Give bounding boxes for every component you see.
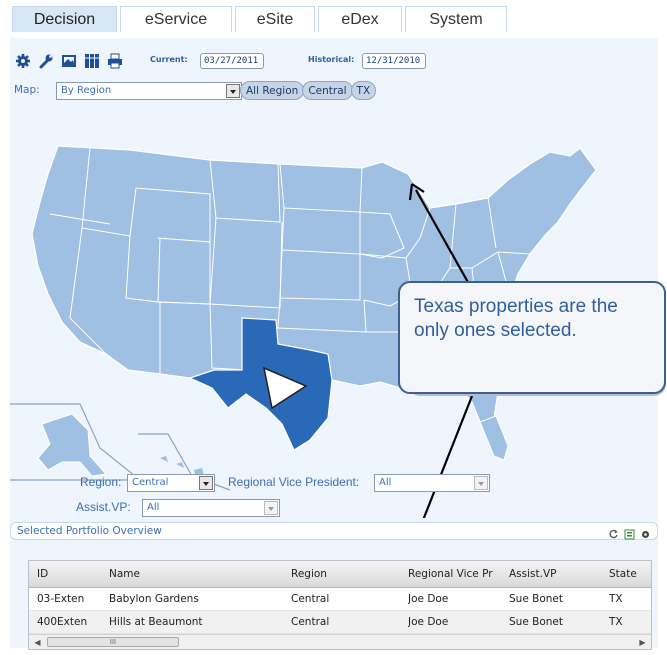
decision-panel: Current: 03/27/2011 Historical: 12/31/20… (10, 38, 666, 650)
main-tabs: Decision eService eSite eDex System (12, 6, 507, 32)
settings-icon[interactable] (640, 525, 651, 544)
table-row[interactable]: 400Exten Hills at Beaumont Central Joe D… (29, 611, 651, 634)
current-date-label: Current: (150, 55, 188, 64)
cell-name: Babylon Gardens (109, 593, 199, 605)
cell-rvp: Joe Doe (408, 593, 449, 605)
portfolio-overview-header: Selected Portfolio Overview (10, 522, 658, 540)
cell-state: TX (609, 593, 623, 605)
toolbar (14, 52, 123, 69)
historical-date-input[interactable]: 12/31/2010 (362, 53, 426, 69)
callout: Texas properties are the only ones selec… (398, 281, 666, 396)
rvp-filter-label: Regional Vice President: (228, 475, 360, 489)
breadcrumb-central[interactable]: Central (302, 81, 353, 100)
cell-id: 400Exten (37, 616, 88, 628)
region-select-value: Central (132, 477, 169, 488)
avp-select[interactable]: All (142, 499, 280, 517)
export-icon[interactable] (624, 525, 635, 544)
map-select-value: By Region (61, 85, 112, 96)
column-header-state[interactable]: State (609, 561, 649, 587)
wrench-icon[interactable] (37, 52, 54, 69)
tab-system[interactable]: System (405, 6, 507, 32)
column-header-region[interactable]: Region (291, 561, 401, 587)
region-breadcrumb: All Region Central TX (240, 81, 377, 101)
cell-avp: Sue Bonet (509, 593, 563, 605)
gear-icon[interactable] (14, 52, 31, 69)
scroll-left-icon[interactable]: ◀ (31, 636, 44, 648)
table-row[interactable]: 03-Exten Babylon Gardens Central Joe Doe… (29, 588, 651, 611)
horizontal-scrollbar[interactable]: ◀ III ▶ (29, 634, 651, 649)
breadcrumb-all-region[interactable]: All Region (240, 81, 305, 100)
column-header-rvp[interactable]: Regional Vice Pr (408, 561, 508, 587)
tab-decision[interactable]: Decision (12, 6, 117, 32)
column-header-name[interactable]: Name (109, 561, 289, 587)
map-label: Map: (14, 84, 40, 96)
cell-id: 03-Exten (37, 593, 85, 605)
overview-tools (608, 525, 651, 544)
scroll-right-icon[interactable]: ▶ (636, 636, 649, 648)
breadcrumb-tx[interactable]: TX (350, 81, 377, 100)
region-filter-label: Region: (80, 475, 122, 489)
cell-rvp: Joe Doe (408, 616, 449, 628)
portfolio-table: ID Name Region Regional Vice Pr Assist.V… (28, 560, 652, 650)
cell-region: Central (291, 616, 330, 628)
map-select[interactable]: By Region (56, 82, 242, 100)
scroll-thumb[interactable]: III (47, 637, 179, 647)
chevron-down-icon[interactable] (474, 476, 488, 490)
image-icon[interactable] (60, 52, 77, 69)
rvp-select-value: All (379, 477, 392, 488)
tab-edex[interactable]: eDex (318, 6, 402, 32)
chevron-down-icon[interactable] (199, 476, 213, 490)
avp-filter-label: Assist.VP: (76, 500, 131, 514)
alaska-inset[interactable] (10, 403, 142, 481)
tab-esite[interactable]: eSite (235, 6, 315, 32)
callout-text: Texas properties are the only ones selec… (398, 281, 666, 394)
avp-select-value: All (147, 502, 160, 513)
cell-state: TX (609, 616, 623, 628)
rvp-select[interactable]: All (374, 474, 490, 492)
chevron-down-icon[interactable] (226, 84, 240, 98)
column-header-avp[interactable]: Assist.VP (509, 561, 599, 587)
historical-date-label: Historical: (308, 55, 355, 64)
tab-eservice[interactable]: eService (120, 6, 232, 32)
overview-title: Selected Portfolio Overview (17, 525, 162, 537)
print-icon[interactable] (106, 52, 123, 69)
cell-avp: Sue Bonet (509, 616, 563, 628)
cell-region: Central (291, 593, 330, 605)
chevron-down-icon[interactable] (264, 501, 278, 515)
column-header-id[interactable]: ID (37, 561, 103, 587)
cell-name: Hills at Beaumont (109, 616, 203, 628)
florida-state[interactable] (479, 415, 509, 461)
refresh-icon[interactable] (608, 525, 619, 544)
current-date-input[interactable]: 03/27/2011 (200, 53, 264, 69)
region-select[interactable]: Central (127, 474, 215, 492)
table-header: ID Name Region Regional Vice Pr Assist.V… (29, 561, 651, 588)
grid-icon[interactable] (83, 52, 100, 69)
